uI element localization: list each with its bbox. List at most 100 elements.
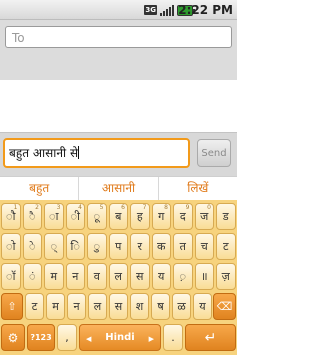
key-label: ै	[28, 210, 36, 223]
keyboard-key[interactable]: ल	[88, 293, 107, 320]
keyboard-key[interactable]: ं	[22, 263, 42, 290]
enter-key[interactable]: ↵	[185, 324, 236, 351]
recipient-field[interactable]: To	[5, 26, 232, 48]
key-label: ़	[179, 270, 187, 283]
keyboard-key[interactable]: च	[194, 233, 214, 260]
key-hint: 0	[207, 204, 211, 211]
keyboard-key[interactable]: ह7	[130, 203, 150, 230]
key-hint: 2	[35, 204, 39, 211]
onscreen-keyboard: ौ 1ै 2ा 3ी 4ू 5 ब 6 ह 7 ग 8 द 9 ज 0 ड ोे्िु प र क त च ट ॉं म न व ल…	[0, 200, 237, 355]
message-text: बहुत आसानी से	[9, 146, 79, 160]
key-label: ज	[200, 210, 209, 223]
keyboard-key[interactable]: द9	[173, 203, 193, 230]
key-label: ट	[31, 300, 38, 313]
keyboard-key[interactable]: श	[130, 293, 149, 320]
keyboard-key[interactable]: े	[22, 233, 42, 260]
keyboard-key[interactable]: ु	[87, 233, 107, 260]
keyboard-key[interactable]: न	[65, 263, 85, 290]
message-input[interactable]: बहुत आसानी से	[3, 138, 190, 168]
suggestion-item[interactable]: बहुत	[0, 177, 80, 200]
space-key[interactable]: ◀ Hindi ▶	[79, 324, 161, 351]
keyboard-key[interactable]: ी 4	[65, 203, 85, 230]
key-hint: 1	[13, 204, 18, 211]
key-label: ॉ	[6, 270, 16, 283]
key-hint: 4	[78, 204, 82, 211]
key-hint: 3	[56, 204, 61, 211]
keyboard-key[interactable]: ष	[151, 293, 170, 320]
keyboard-key[interactable]: ौ 1	[1, 203, 21, 230]
keyboard-key[interactable]: ट	[25, 293, 44, 320]
keyboard-key[interactable]: ू 5	[87, 203, 107, 230]
key-label: म	[50, 270, 58, 283]
key-label: ल	[114, 270, 122, 283]
keyboard-key[interactable]: ज़	[216, 263, 236, 290]
key-label: स	[136, 270, 144, 283]
key-label: ह	[136, 210, 143, 223]
key-label: ब	[115, 210, 122, 223]
keyboard-key[interactable]: त	[173, 233, 193, 260]
comma-key[interactable]: ,	[57, 324, 77, 351]
key-label: श	[135, 300, 144, 313]
keyboard-key[interactable]: ज0	[194, 203, 214, 230]
keyboard-key[interactable]: म	[44, 263, 64, 290]
key-label: त	[179, 240, 186, 253]
symbols-key[interactable]: ?123	[27, 324, 55, 351]
keyboard-key[interactable]: स	[109, 293, 128, 320]
keyboard-key[interactable]: ै 2	[22, 203, 42, 230]
suggestion-item[interactable]: लिखें	[159, 177, 237, 200]
keyboard-key[interactable]: क	[151, 233, 171, 260]
key-hint: 6	[121, 204, 125, 211]
key-label: च	[200, 240, 208, 253]
key-label: ट	[222, 240, 229, 253]
key-label: ो	[6, 240, 16, 253]
key-label: ज़	[221, 270, 230, 283]
key-label: म	[52, 300, 59, 313]
keyboard-key[interactable]: य	[151, 263, 171, 290]
keyboard-key[interactable]: ा 3	[44, 203, 64, 230]
keyboard-key[interactable]: ॥	[194, 263, 214, 290]
space-key-label: Hindi	[105, 332, 135, 343]
key-label: ल	[93, 300, 102, 313]
keyboard-row-1: ौ 1ै 2ा 3ी 4ू 5 ब 6 ह 7 ग 8 द 9 ज 0 ड	[0, 203, 237, 232]
keyboard-key[interactable]: व	[87, 263, 107, 290]
key-label: व	[93, 270, 100, 283]
keyboard-key[interactable]: स	[130, 263, 150, 290]
keyboard-key[interactable]: ल	[108, 263, 128, 290]
keyboard-row-2: ोे्िु प र क त च ट	[0, 233, 237, 262]
keyboard-key[interactable]: य	[193, 293, 212, 320]
settings-key[interactable]: ⚙	[1, 324, 25, 351]
keyboard-row-4: ⇧ ⌫ ट म नलसशषळय	[0, 293, 237, 322]
key-label: प	[115, 240, 122, 253]
keyboard-key[interactable]: र	[130, 233, 150, 260]
keyboard-key[interactable]: ळ	[172, 293, 191, 320]
send-button[interactable]: Send	[197, 139, 231, 167]
suggestion-item[interactable]: आसानी	[79, 177, 159, 200]
keyboard-key[interactable]: ट	[216, 233, 236, 260]
key-label: ौ	[6, 210, 16, 223]
key-label: ॥	[200, 270, 208, 283]
shift-key[interactable]: ⇧	[1, 293, 23, 320]
keyboard-key[interactable]: म	[46, 293, 65, 320]
key-label: र	[137, 240, 143, 253]
keyboard-key[interactable]: ॉ	[1, 263, 21, 290]
key-hint: 7	[142, 204, 147, 211]
key-label: े	[28, 240, 36, 253]
key-hint: 9	[185, 204, 190, 211]
keyboard-key[interactable]: ्	[44, 233, 64, 260]
keyboard-key[interactable]: ब6	[108, 203, 128, 230]
keyboard-key[interactable]: ़	[173, 263, 193, 290]
period-key[interactable]: .	[163, 324, 183, 351]
keyboard-key[interactable]: ड	[216, 203, 236, 230]
delete-key[interactable]: ⌫	[213, 293, 236, 320]
network-type-icon: 3G	[144, 5, 157, 15]
keyboard-key[interactable]: ग8	[151, 203, 171, 230]
key-label: ्	[50, 240, 58, 253]
key-label: न	[73, 300, 80, 313]
keyboard-key[interactable]: ि	[65, 233, 85, 260]
key-label: न	[72, 270, 79, 283]
keyboard-key[interactable]: ो	[1, 233, 21, 260]
key-label: द	[179, 210, 186, 223]
key-label: ड	[222, 210, 229, 223]
keyboard-key[interactable]: प	[108, 233, 128, 260]
keyboard-key[interactable]: न	[67, 293, 86, 320]
